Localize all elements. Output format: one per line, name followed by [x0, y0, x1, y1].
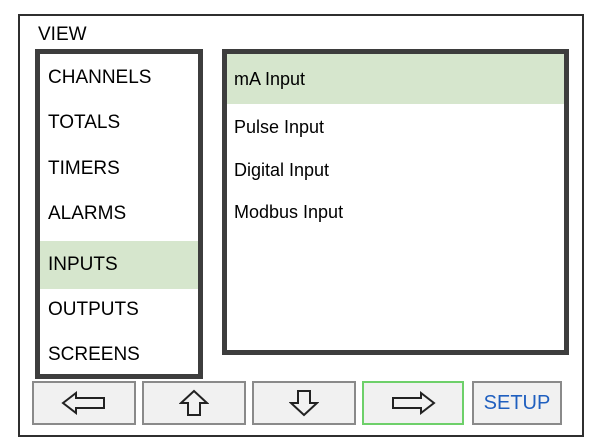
menu-item-alarms[interactable]: ALARMS: [40, 190, 198, 238]
right-button[interactable]: [362, 381, 464, 425]
arrow-right-icon: [392, 391, 436, 415]
menu-item-screens[interactable]: SCREENS: [40, 331, 198, 379]
submenu-item-label: Modbus Input: [234, 202, 344, 222]
menu-item-label: ALARMS: [48, 203, 127, 224]
menu-item-inputs[interactable]: INPUTS: [40, 241, 198, 289]
up-button[interactable]: [142, 381, 246, 425]
arrow-up-icon: [179, 389, 209, 416]
submenu-item-ma-input[interactable]: mA Input: [227, 54, 564, 104]
menu-item-label: INPUTS: [48, 254, 118, 275]
device-screen: VIEW CHANNELS TOTALS TIMERS ALARMS INPUT…: [18, 14, 584, 437]
left-button[interactable]: [32, 381, 136, 425]
submenu-panel: mA Input Pulse Input Digital Input Modbu…: [222, 49, 569, 355]
menu-item-label: SCREENS: [48, 344, 140, 365]
arrow-left-icon: [61, 391, 105, 415]
menu-item-channels[interactable]: CHANNELS: [40, 54, 198, 102]
menu-panel: CHANNELS TOTALS TIMERS ALARMS INPUTS OUT…: [35, 49, 203, 379]
menu-item-label: OUTPUTS: [48, 299, 139, 320]
down-button[interactable]: [252, 381, 356, 425]
setup-button[interactable]: SETUP: [472, 381, 562, 425]
menu-item-outputs[interactable]: OUTPUTS: [40, 286, 198, 334]
menu-item-label: TIMERS: [48, 158, 120, 179]
menu-item-label: TOTALS: [48, 112, 121, 133]
menu-item-label: CHANNELS: [48, 67, 152, 88]
arrow-down-icon: [289, 390, 319, 417]
view-title: VIEW: [38, 24, 87, 45]
setup-button-label: SETUP: [483, 391, 551, 414]
menu-item-totals[interactable]: TOTALS: [40, 99, 198, 147]
menu-item-timers[interactable]: TIMERS: [40, 145, 198, 193]
submenu-item-modbus-input[interactable]: Modbus Input: [227, 192, 564, 232]
submenu-item-label: Digital Input: [234, 160, 330, 180]
submenu-item-label: mA Input: [234, 69, 306, 89]
submenu-item-label: Pulse Input: [234, 117, 325, 137]
submenu-item-digital-input[interactable]: Digital Input: [227, 150, 564, 190]
submenu-item-pulse-input[interactable]: Pulse Input: [227, 107, 564, 147]
